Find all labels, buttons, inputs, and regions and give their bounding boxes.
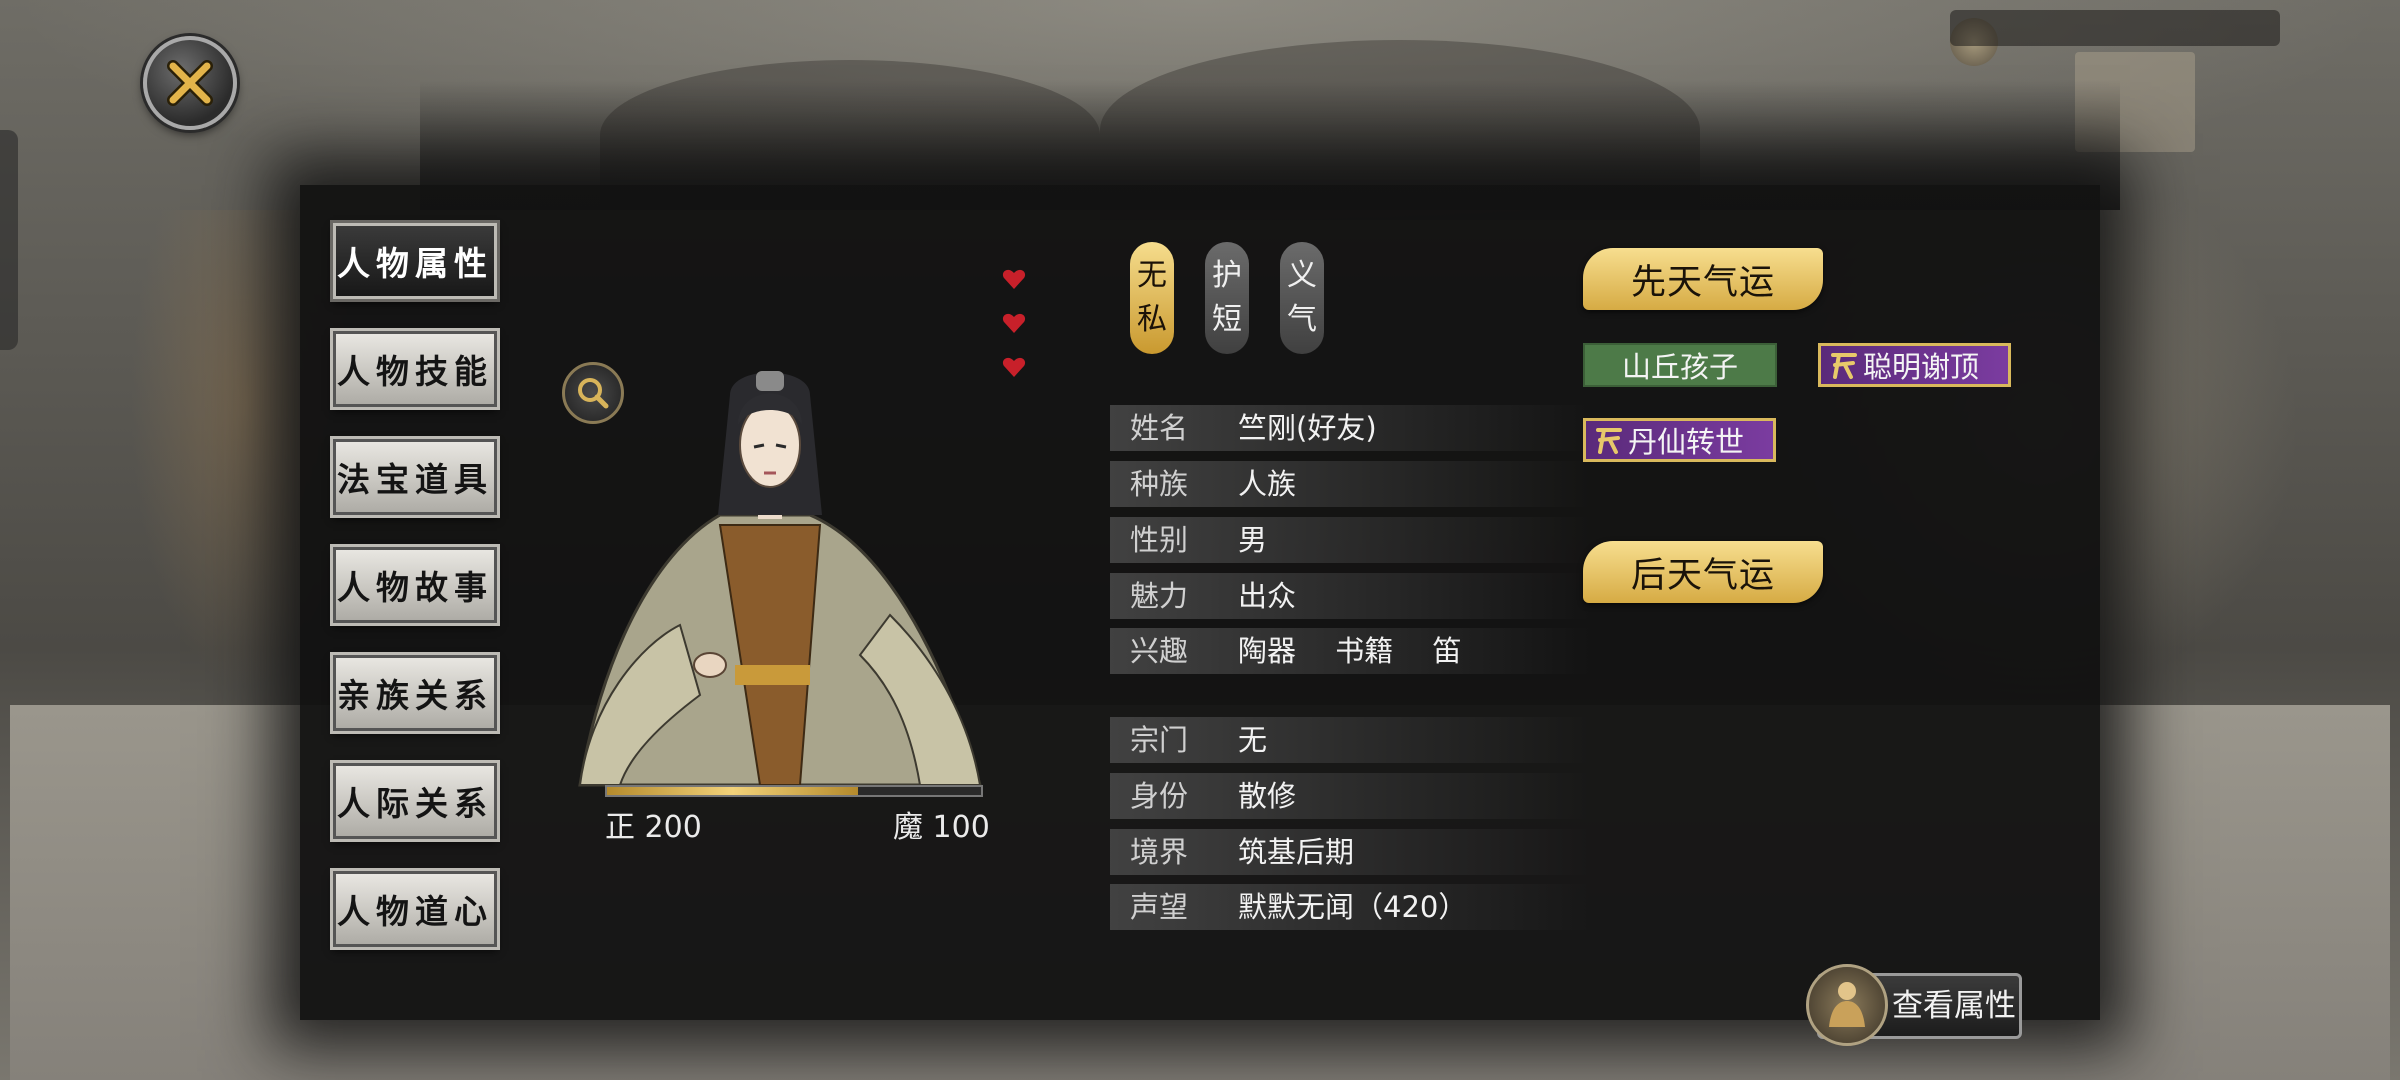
tab-treasures-items[interactable]: 法宝道具 xyxy=(333,439,497,515)
tab-dao-heart[interactable]: 人物道心 xyxy=(333,871,497,947)
hobby-item: 书籍 xyxy=(1335,634,1394,668)
info-value: 竺刚(好友) xyxy=(1238,411,1377,445)
info-row-identity: 身份 散修 xyxy=(1110,773,1590,819)
info-value: 人族 xyxy=(1238,467,1297,501)
heart-icon xyxy=(1002,269,1026,289)
hobby-item: 陶器 xyxy=(1238,634,1297,668)
trait-char: 私 xyxy=(1137,302,1167,337)
info-label: 境界 xyxy=(1130,835,1189,869)
fortune-tag-label: 聪明谢顶 xyxy=(1863,350,1980,384)
tab-family-relations[interactable]: 亲族关系 xyxy=(333,655,497,731)
close-x-icon xyxy=(167,60,213,106)
view-attributes-label: 查看属性 xyxy=(1892,988,2016,1024)
heart-icon xyxy=(1002,357,1026,377)
alignment-bar-fill xyxy=(607,787,858,795)
info-row-race: 种族 人族 xyxy=(1110,461,1590,507)
info-label: 种族 xyxy=(1130,467,1189,501)
trait-protective[interactable]: 护 短 xyxy=(1205,242,1249,354)
fortune-tag-clever-bald[interactable]: 聪明谢顶 xyxy=(1818,343,2011,387)
fortune-rune-icon xyxy=(1831,353,1857,379)
info-value: 默默无闻（420） xyxy=(1238,890,1468,924)
info-row-charm: 魅力 出众 xyxy=(1110,573,1590,619)
tab-character-story[interactable]: 人物故事 xyxy=(333,547,497,623)
heart-icon xyxy=(1002,313,1026,333)
tab-character-skills[interactable]: 人物技能 xyxy=(333,331,497,407)
tab-social-relations[interactable]: 人际关系 xyxy=(333,763,497,839)
info-row-realm: 境界 筑基后期 xyxy=(1110,829,1590,875)
info-value: 出众 xyxy=(1238,579,1297,613)
trait-char: 义 xyxy=(1287,258,1317,293)
innate-fortune-header: 先天气运 xyxy=(1583,248,1823,310)
fortune-tag-label: 丹仙转世 xyxy=(1628,425,1745,459)
trait-char: 气 xyxy=(1287,302,1317,337)
fortune-rune-icon xyxy=(1596,428,1622,454)
trait-loyal[interactable]: 义 气 xyxy=(1280,242,1324,354)
fortune-tag-label: 山丘孩子 xyxy=(1621,350,1738,384)
character-portrait xyxy=(578,371,982,787)
info-row-name: 姓名 竺刚(好友) xyxy=(1110,405,1590,451)
fortune-tag-pill-immortal[interactable]: 丹仙转世 xyxy=(1583,418,1776,462)
info-row-sect: 宗门 无 xyxy=(1110,717,1590,763)
acquired-fortune-header: 后天气运 xyxy=(1583,541,1823,603)
hobby-list: 陶器 书籍 笛 xyxy=(1238,628,1491,674)
info-label: 声望 xyxy=(1130,890,1189,924)
background-hud-bar xyxy=(1950,10,2280,46)
close-button[interactable] xyxy=(143,36,237,130)
alignment-bar xyxy=(605,785,983,797)
info-row-gender: 性别 男 xyxy=(1110,517,1590,563)
righteous-value: 正 200 xyxy=(605,810,702,845)
hobby-item: 笛 xyxy=(1432,634,1462,668)
info-label: 姓名 xyxy=(1130,411,1189,445)
meditating-figure-icon xyxy=(1806,964,1888,1046)
info-label: 宗门 xyxy=(1130,723,1189,757)
info-value: 散修 xyxy=(1238,779,1297,813)
panel-ink-edge xyxy=(420,80,2120,210)
background-side-scroll xyxy=(0,130,18,350)
info-row-reputation: 声望 默默无闻（420） xyxy=(1110,884,1590,930)
trait-char: 护 xyxy=(1212,258,1242,293)
fortune-tag-hill-child[interactable]: 山丘孩子 xyxy=(1583,343,1777,387)
info-label: 身份 xyxy=(1130,779,1189,813)
info-label: 兴趣 xyxy=(1130,634,1189,668)
trait-char: 无 xyxy=(1137,258,1167,293)
info-label: 魅力 xyxy=(1130,579,1189,613)
trait-char: 短 xyxy=(1212,302,1242,337)
view-attributes-button[interactable]: 查看属性 xyxy=(1806,964,2022,1046)
trait-selfless[interactable]: 无 私 xyxy=(1130,242,1174,354)
info-value: 无 xyxy=(1238,723,1268,757)
info-value: 筑基后期 xyxy=(1238,835,1355,869)
demonic-value: 魔 100 xyxy=(893,810,990,845)
info-row-hobbies: 兴趣 陶器 书籍 笛 xyxy=(1110,628,1590,674)
info-value: 男 xyxy=(1238,523,1268,557)
info-label: 性别 xyxy=(1130,523,1189,557)
tab-character-attributes[interactable]: 人物属性 xyxy=(333,223,497,299)
